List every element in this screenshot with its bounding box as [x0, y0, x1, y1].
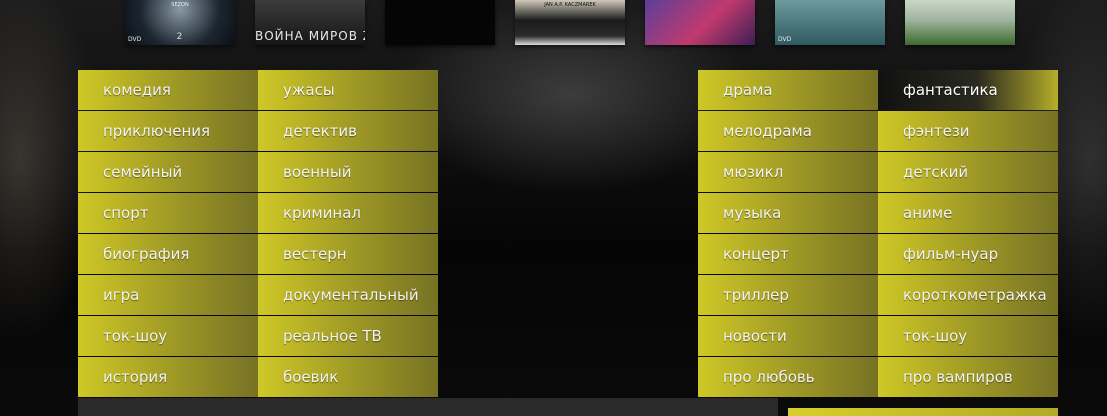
poster-7[interactable]	[905, 0, 1015, 45]
poster-3[interactable]	[385, 0, 495, 45]
genre-link-family[interactable]: семейный	[78, 152, 258, 192]
genre-column-1: комедия приключения семейный спорт биогр…	[78, 70, 258, 398]
dvd-logo: DVD	[778, 36, 792, 43]
genre-link-film-noir[interactable]: фильм-нуар	[878, 234, 1058, 274]
genre-link-game[interactable]: игра	[78, 275, 258, 315]
poster-strip: SEZON 2 DVD ВОЙНА МИРОВ Z JAN A.P. KACZM…	[125, 0, 1065, 46]
poster-top-text: JAN A.P. KACZMAREK	[544, 2, 596, 8]
genre-link-comedy[interactable]: комедия	[78, 70, 258, 110]
genre-link-anime[interactable]: аниме	[878, 193, 1058, 233]
genre-link-concert[interactable]: концерт	[698, 234, 878, 274]
genre-link-adventure[interactable]: приключения	[78, 111, 258, 151]
genre-link-short-film[interactable]: короткометражка	[878, 275, 1058, 315]
genre-link-talk-show-2[interactable]: ток-шоу	[878, 316, 1058, 356]
genre-link-crime[interactable]: криминал	[258, 193, 438, 233]
genre-link-reality-tv[interactable]: реальное ТВ	[258, 316, 438, 356]
bottom-panel	[78, 398, 778, 416]
genre-link-drama[interactable]: драма	[698, 70, 878, 110]
genre-link-fantasy[interactable]: фэнтези	[878, 111, 1058, 151]
genre-link-melodrama[interactable]: мелодрама	[698, 111, 878, 151]
genre-link-history[interactable]: история	[78, 357, 258, 397]
genre-link-detective[interactable]: детектив	[258, 111, 438, 151]
dvd-logo: DVD	[128, 36, 142, 43]
genre-link-romance[interactable]: про любовь	[698, 357, 878, 397]
poster-1[interactable]: SEZON 2 DVD	[125, 0, 235, 45]
genre-link-thriller[interactable]: триллер	[698, 275, 878, 315]
poster-6[interactable]: DVD	[775, 0, 885, 45]
poster-5[interactable]	[645, 0, 755, 45]
genre-link-sport[interactable]: спорт	[78, 193, 258, 233]
genre-link-vampires[interactable]: про вампиров	[878, 357, 1058, 397]
genre-column-3: драма мелодрама мюзикл музыка концерт тр…	[698, 70, 878, 398]
genre-link-action[interactable]: боевик	[258, 357, 438, 397]
genre-link-music[interactable]: музыка	[698, 193, 878, 233]
genre-link-western[interactable]: вестерн	[258, 234, 438, 274]
genre-link-kids[interactable]: детский	[878, 152, 1058, 192]
genre-link-war[interactable]: военный	[258, 152, 438, 192]
genre-column-4: фантастика фэнтези детский аниме фильм-н…	[878, 70, 1058, 398]
poster-top-text: SEZON	[171, 2, 189, 8]
bottom-button[interactable]	[788, 408, 1058, 416]
genre-link-news[interactable]: новости	[698, 316, 878, 356]
genre-link-biography[interactable]: биография	[78, 234, 258, 274]
poster-caption: 2	[176, 32, 184, 42]
genre-link-talk-show[interactable]: ток-шоу	[78, 316, 258, 356]
poster-2[interactable]: ВОЙНА МИРОВ Z	[255, 0, 365, 45]
genre-column-2: ужасы детектив военный криминал вестерн …	[258, 70, 438, 398]
genre-link-sci-fi[interactable]: фантастика	[878, 70, 1058, 110]
genre-link-musical[interactable]: мюзикл	[698, 152, 878, 192]
poster-4[interactable]: JAN A.P. KACZMAREK	[515, 0, 625, 45]
genre-link-documentary[interactable]: документальный	[258, 275, 438, 315]
genre-link-horror[interactable]: ужасы	[258, 70, 438, 110]
poster-caption: ВОЙНА МИРОВ Z	[255, 29, 365, 43]
